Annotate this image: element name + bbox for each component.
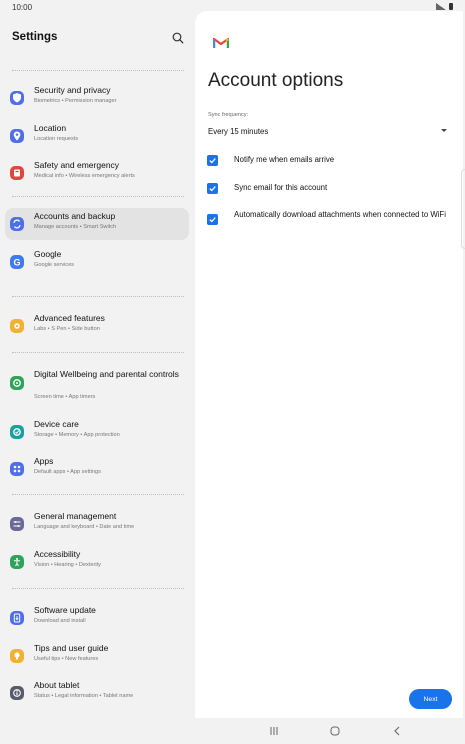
settings-item-subtitle: Google services	[34, 261, 75, 268]
settings-panel: Settings Security and privacy Biometrics …	[0, 14, 193, 718]
settings-item-title: General management	[34, 511, 117, 521]
settings-item-security-and-privacy[interactable]: Security and privacy Biometrics • Permiss…	[5, 82, 189, 114]
settings-item-title: Security and privacy	[34, 85, 111, 95]
checkbox-3[interactable]	[207, 214, 218, 225]
settings-item-title: Location	[34, 122, 67, 133]
settings-item-device-care[interactable]: Device care Storage • Memory • App protec…	[5, 416, 189, 448]
settings-item-title: Advanced features	[34, 313, 105, 323]
location-pin-icon	[10, 128, 24, 143]
settings-item-subtitle: Status • Legal information • Tablet name	[34, 693, 134, 699]
settings-item-accessibility[interactable]: Accessibility Vision • Hearing • Dexterit…	[5, 546, 189, 578]
settings-item-title: Apps	[34, 456, 54, 466]
shield-icon	[10, 91, 24, 105]
settings-item-safety-and-emergency[interactable]: Safety and emergency Medical info • Wirel…	[5, 157, 189, 189]
settings-item-software-update[interactable]: Software update Download and install	[5, 602, 189, 634]
home-icon	[330, 726, 340, 736]
checkmark-icon	[209, 158, 216, 164]
checkmark-icon	[209, 217, 216, 223]
settings-item-subtitle: Language and keyboard • Date and time	[34, 524, 135, 530]
apps-icon	[10, 462, 24, 476]
software-update-icon	[10, 611, 24, 625]
section-divider	[12, 588, 184, 589]
home-button[interactable]	[328, 725, 342, 737]
bulb-icon	[10, 648, 24, 663]
sync-frequency-label: Sync frequency:	[208, 112, 249, 118]
emergency-icon	[10, 166, 24, 180]
settings-item-title: Tips and user guide	[34, 642, 109, 653]
settings-item-about-tablet[interactable]: About tablet Status • Legal information •…	[5, 677, 189, 709]
checkbox-label-3[interactable]: Automatically download attachments when …	[234, 210, 456, 220]
settings-item-digital-wellbeing-and-parental-controls[interactable]: Digital Wellbeing and parental controls S…	[5, 366, 189, 410]
settings-item-general-management[interactable]: General management Language and keyboard …	[5, 508, 189, 540]
status-icons	[436, 3, 453, 10]
checkbox-1[interactable]	[207, 155, 218, 166]
device-care-icon	[10, 424, 24, 439]
settings-item-subtitle: Screen time • App timers	[34, 394, 96, 400]
settings-item-title: Accounts and backup	[34, 211, 116, 221]
settings-item-subtitle: Storage • Memory • App protection	[34, 431, 120, 438]
page-title: Account options	[208, 70, 344, 91]
checkbox-2[interactable]	[207, 183, 218, 194]
settings-item-subtitle: Medical info • Wireless emergency alerts	[34, 173, 135, 179]
settings-item-title: Safety and emergency	[34, 160, 120, 170]
info-icon	[10, 686, 24, 700]
settings-item-title: Software update	[34, 605, 96, 615]
settings-title: Settings	[12, 31, 58, 43]
status-time: 10:00	[12, 3, 33, 12]
section-divider	[12, 352, 184, 353]
settings-item-accounts-and-backup[interactable]: Accounts and backup Manage accounts • Sma…	[5, 208, 189, 240]
sliders-icon	[10, 517, 24, 531]
checkbox-label-1[interactable]: Notify me when emails arrive	[234, 155, 456, 165]
google-icon: G	[10, 254, 24, 269]
next-button[interactable]: Next	[409, 689, 452, 709]
settings-item-location[interactable]: Location Location requests	[5, 120, 189, 152]
settings-item-subtitle: Biometrics • Permission manager	[34, 98, 117, 104]
sync-frequency-dropdown[interactable]: Every 15 minutes	[203, 123, 451, 141]
account-options-panel: Account options Sync frequency: Every 15…	[195, 11, 463, 718]
sync-icon	[10, 217, 24, 231]
back-button[interactable]	[390, 725, 404, 737]
accessibility-icon	[10, 554, 24, 569]
recent-apps-icon	[270, 727, 278, 735]
settings-item-subtitle: Useful tips • New features	[34, 655, 99, 662]
battery-icon	[449, 3, 453, 10]
settings-item-subtitle: Vision • Hearing • Dexterity	[34, 561, 101, 568]
sync-frequency-value: Every 15 minutes	[208, 127, 269, 136]
checkbox-label-2[interactable]: Sync email for this account	[234, 183, 456, 193]
section-divider	[12, 296, 184, 297]
settings-item-subtitle: Labs • S Pen • Side button	[34, 326, 100, 332]
settings-item-subtitle: Default apps • App settings	[34, 469, 101, 475]
gear-plus-icon	[10, 319, 24, 333]
section-divider	[12, 70, 184, 71]
settings-item-title: Digital Wellbeing and parental controls	[34, 369, 179, 379]
gmail-logo-icon	[212, 36, 230, 48]
section-divider	[12, 196, 184, 197]
svg-text:G: G	[13, 257, 20, 267]
settings-item-apps[interactable]: Apps Default apps • App settings	[5, 453, 189, 485]
scroll-handle[interactable]	[461, 169, 465, 249]
back-icon	[394, 726, 400, 736]
chevron-down-icon	[441, 129, 447, 132]
recent-apps-button[interactable]	[267, 725, 281, 737]
settings-item-tips-and-user-guide[interactable]: Tips and user guide Useful tips • New fea…	[5, 640, 189, 672]
settings-item-subtitle: Download and install	[34, 618, 86, 624]
search-button[interactable]	[171, 31, 185, 45]
settings-item-title: Accessibility	[34, 548, 81, 559]
navigation-bar	[0, 718, 465, 744]
signal-icon	[436, 3, 446, 10]
section-divider	[12, 494, 184, 495]
settings-item-google[interactable]: G Google Google services	[5, 246, 189, 278]
search-icon	[172, 32, 184, 44]
settings-item-subtitle: Manage accounts • Smart Switch	[34, 224, 117, 230]
settings-item-title: Device care	[34, 418, 79, 429]
settings-item-title: Google	[34, 248, 62, 259]
settings-item-subtitle: Location requests	[34, 135, 79, 142]
checkmark-icon	[209, 186, 216, 192]
wellbeing-icon	[10, 376, 24, 390]
settings-item-title: About tablet	[34, 680, 80, 690]
settings-item-advanced-features[interactable]: Advanced features Labs • S Pen • Side but…	[5, 310, 189, 342]
